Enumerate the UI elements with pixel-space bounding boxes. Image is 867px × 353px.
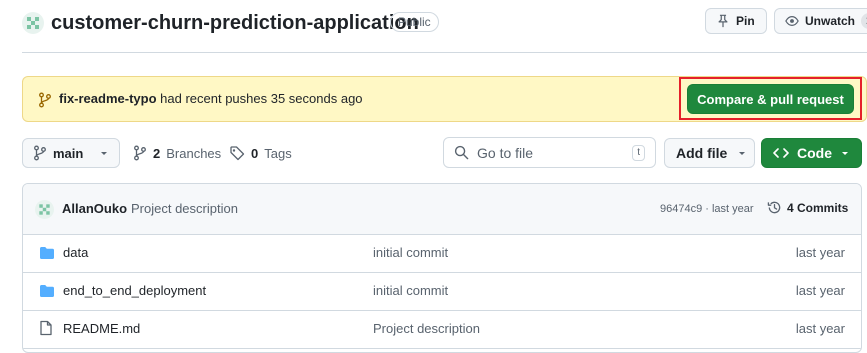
file-commit-message[interactable]: initial commit [373,283,448,299]
file-name[interactable]: data [63,245,88,261]
file-name[interactable]: README.md [63,321,140,337]
file-date: last year [795,283,845,298]
go-to-file-placeholder: Go to file [477,144,534,161]
git-branch-icon [33,145,47,161]
watch-count: 1 [861,13,867,29]
file-browser: AllanOuko Project description 96474c9 · … [22,183,862,353]
commits-label: 4 Commits [787,200,849,215]
code-button[interactable]: Code [761,138,862,168]
file-row[interactable]: README.md Project description last year [23,310,861,349]
code-label: Code [797,145,832,161]
commit-message[interactable]: Project description [131,201,238,217]
tags-label: Tags [264,145,292,161]
file-date: last year [795,245,845,260]
history-icon [767,200,782,215]
tags-count: 0 [251,145,259,161]
tag-icon [229,145,245,161]
banner-message-text: had recent pushes 35 seconds ago [160,91,363,106]
banner-message: fix-readme-typo had recent pushes 35 sec… [59,91,363,107]
branches-label: Branches [166,145,222,161]
avatar[interactable] [35,200,54,219]
file-date: last year [795,321,845,336]
folder-icon [39,246,55,260]
visibility-badge: Public [390,12,439,32]
keyboard-shortcut-hint: t [632,144,645,161]
add-file-button[interactable]: Add file [664,138,755,168]
branch-name: main [53,145,84,161]
search-icon [454,145,469,160]
git-branch-icon [133,145,147,161]
file-row[interactable]: data initial commit last year [23,234,861,273]
header-divider [22,52,867,53]
branch-selector[interactable]: main [22,138,120,168]
tags-link[interactable]: 0 Tags [229,138,292,168]
latest-commit-bar: AllanOuko Project description 96474c9 · … [23,184,861,235]
file-icon [39,320,53,336]
pin-icon [716,14,730,28]
commit-author[interactable]: AllanOuko [62,201,127,217]
chevron-down-icon [840,148,850,158]
repo-avatar[interactable] [22,12,44,34]
compare-pull-request-button[interactable]: Compare & pull request [687,84,854,114]
banner-branch-name[interactable]: fix-readme-typo [59,91,157,106]
git-branch-icon [38,92,52,108]
code-icon [773,146,789,160]
add-file-label: Add file [676,145,728,161]
chevron-down-icon [99,148,109,158]
unwatch-label: Unwatch [805,14,856,28]
repo-title[interactable]: customer-churn-prediction-application [51,10,419,36]
file-commit-message[interactable]: initial commit [373,245,448,261]
branches-link[interactable]: 2 Branches [133,138,221,168]
commit-hash-time[interactable]: 96474c9 · last year [660,201,754,217]
file-commit-message[interactable]: Project description [373,321,480,337]
unwatch-button[interactable]: Unwatch 1 [774,8,867,34]
chevron-down-icon [737,148,747,158]
file-name[interactable]: end_to_end_deployment [63,283,206,299]
eye-icon [785,14,799,28]
file-row[interactable]: end_to_end_deployment initial commit las… [23,272,861,311]
commits-link[interactable]: 4 Commits [767,200,848,215]
pin-button[interactable]: Pin [705,8,767,34]
pin-label: Pin [736,14,755,28]
folder-icon [39,284,55,298]
go-to-file-input[interactable]: Go to file t [443,137,656,168]
branches-count: 2 [153,145,161,161]
